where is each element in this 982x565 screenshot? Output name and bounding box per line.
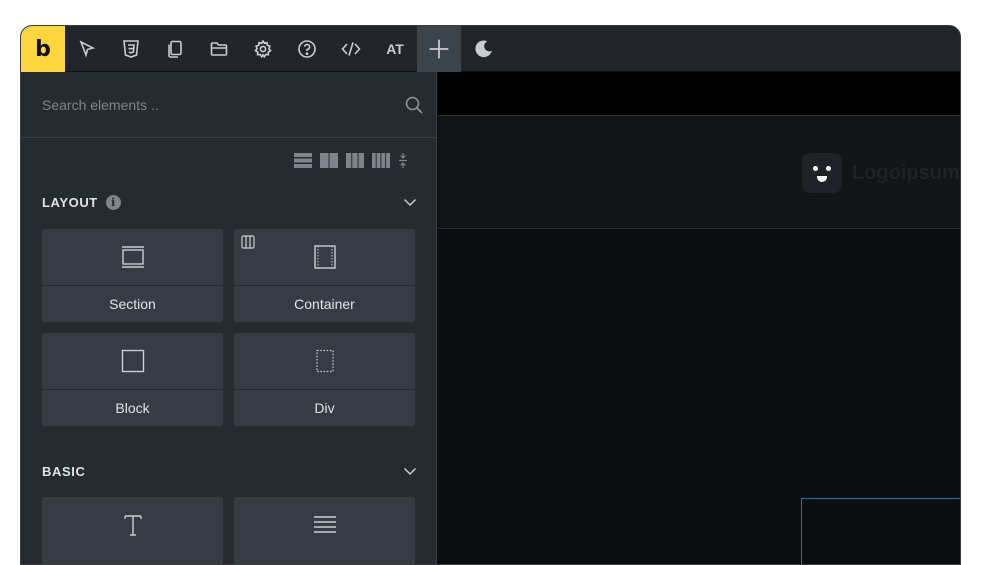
settings-button[interactable] [241, 26, 285, 72]
columns-icon [241, 235, 255, 249]
search-input[interactable] [21, 72, 436, 137]
typography-label: AT [386, 41, 404, 57]
preview-canvas[interactable]: Logoipsum [438, 72, 960, 564]
pages-button[interactable] [153, 26, 197, 72]
folder-icon [210, 42, 228, 56]
element-container[interactable]: Container [234, 229, 415, 322]
typography-button[interactable]: AT [373, 26, 417, 72]
element-section-label: Section [42, 285, 223, 322]
section-icon [121, 246, 144, 268]
select-element-button[interactable] [65, 26, 109, 72]
basic-group-label: BASIC [42, 463, 86, 479]
pages-icon [168, 40, 182, 58]
heading-icon [123, 515, 142, 536]
elements-panel: LAYOUT i Section Container Block Div BAS… [21, 72, 437, 564]
site-brand: Logoipsum [802, 153, 960, 193]
element-div[interactable]: Div [234, 333, 415, 426]
canvas-topbar [438, 72, 960, 116]
help-button[interactable] [285, 26, 329, 72]
code-icon [341, 42, 361, 56]
cursor-icon [79, 40, 96, 58]
css-button[interactable] [109, 26, 153, 72]
element-block[interactable]: Block [42, 333, 223, 426]
canvas-header[interactable]: Logoipsum [438, 116, 960, 229]
layout-group-header[interactable]: LAYOUT i [42, 192, 417, 212]
info-icon[interactable]: i [105, 194, 121, 210]
add-element-button[interactable] [417, 26, 461, 72]
top-toolbar: b AT [21, 26, 960, 72]
element-container-label: Container [234, 285, 415, 322]
chevron-down-icon[interactable] [403, 464, 417, 478]
gear-icon [254, 39, 272, 59]
column-layout-switch [294, 152, 408, 168]
two-column-icon[interactable] [320, 152, 338, 168]
one-column-icon[interactable] [294, 152, 312, 168]
element-block-label: Block [42, 389, 223, 426]
search-icon[interactable] [404, 95, 424, 115]
add-icon [429, 39, 449, 59]
dark-mode-toggle[interactable] [461, 26, 505, 72]
text-lines-icon [313, 516, 336, 533]
four-column-icon[interactable] [372, 152, 390, 168]
help-icon [298, 40, 316, 58]
element-search [21, 72, 436, 138]
three-column-icon[interactable] [346, 152, 364, 168]
layout-group-title: LAYOUT i [42, 194, 121, 210]
collapse-all-icon[interactable] [398, 152, 408, 168]
moon-icon [475, 40, 492, 58]
div-icon [315, 349, 334, 373]
layout-group-label: LAYOUT [42, 194, 98, 210]
basic-group-title: BASIC [42, 464, 85, 479]
element-section[interactable]: Section [42, 229, 223, 322]
element-div-label: Div [234, 389, 415, 426]
container-icon [313, 245, 336, 269]
chevron-down-icon[interactable] [403, 195, 417, 209]
code-button[interactable] [329, 26, 373, 72]
css3-icon [123, 40, 139, 58]
bricks-logo[interactable]: b [21, 26, 65, 72]
templates-button[interactable] [197, 26, 241, 72]
builder-window: b AT Search elements .. LAYOUT i Section… [20, 25, 961, 565]
site-brand-name: Logoipsum [852, 161, 960, 184]
site-logo-icon [802, 153, 842, 193]
block-icon [121, 349, 144, 373]
basic-group-header[interactable]: BASIC [42, 461, 417, 481]
